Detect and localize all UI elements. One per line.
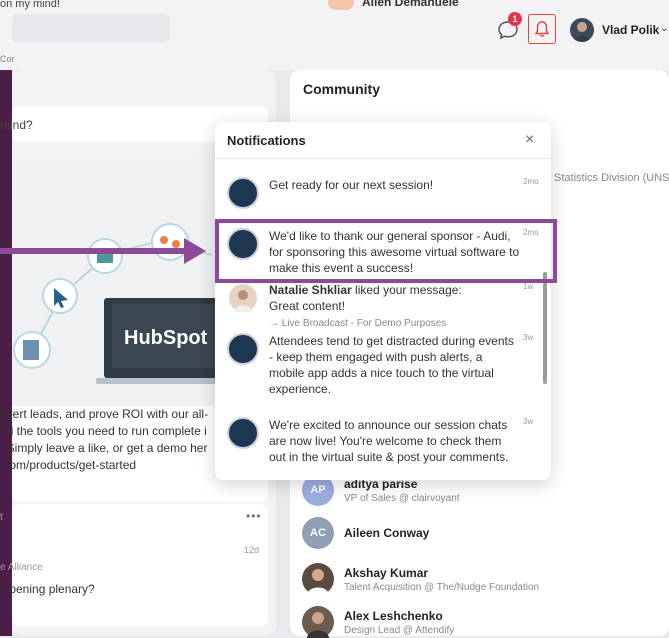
member-item[interactable]: AC Aileen Conway (302, 517, 429, 549)
member-role: Design Lead @ Attendify (344, 624, 455, 636)
event-logo-icon (227, 417, 259, 449)
scrollbar[interactable] (543, 272, 547, 384)
member-name: Alex Leshchenko (344, 608, 443, 623)
feed-post-card (12, 504, 268, 626)
highlight-box (215, 219, 557, 283)
hubspot-logo: HubSpot (124, 327, 208, 349)
notification-item[interactable]: We're excited to announce our session ch… (227, 417, 534, 467)
avatar (302, 606, 334, 638)
notification-time: 3w (523, 333, 534, 342)
notification-item[interactable]: Get ready for our next session! 2mo (227, 177, 539, 213)
search-input[interactable] (12, 14, 170, 42)
notifications-popover: Notifications × Get ready for our next s… (215, 122, 551, 480)
notification-time: 1w (523, 282, 534, 291)
member-peek: Statistics Division (UNS... (554, 172, 669, 184)
notification-action: liked your message: (351, 283, 462, 297)
notification-text: Natalie Shkliar liked your message: Grea… (269, 282, 521, 332)
avatar (227, 282, 259, 314)
event-logo-icon (227, 333, 259, 365)
notification-item[interactable]: Attendees tend to get distracted during … (227, 333, 534, 396)
arrow-head-icon (184, 238, 206, 264)
chat-badge: 1 (508, 12, 522, 26)
user-avatar[interactable] (570, 18, 594, 42)
notification-context: → Live Broadcast - For Demo Purposes (269, 318, 447, 329)
peek-user-name: Allen Demanuele (362, 0, 459, 9)
annotation-arrow (0, 248, 190, 254)
post-composer-placeholder: mind? (0, 118, 33, 132)
peek-avatar (328, 0, 354, 10)
notification-text: We're excited to announce our session ch… (269, 418, 509, 464)
peek-post-text: on my mind! (0, 0, 60, 10)
partial-label: Cor (0, 54, 15, 64)
notification-time: 2mo (523, 177, 539, 186)
avatar: AC (302, 517, 334, 549)
member-item[interactable]: Akshay Kumar Talent Acquisition @ The/Nu… (302, 563, 539, 595)
notification-text: Attendees tend to get distracted during … (269, 334, 514, 396)
peek-user: Allen Demanuele (328, 0, 459, 10)
member-item[interactable]: Alex Leshchenko Design Lead @ Attendify (302, 606, 454, 638)
close-icon[interactable]: × (525, 131, 534, 149)
notification-message: Great content! (269, 299, 346, 313)
small-card-head: t (0, 512, 3, 523)
bell-icon (534, 21, 550, 37)
post-question: Opening plenary? (0, 582, 95, 596)
notification-item[interactable]: Natalie Shkliar liked your message: Grea… (227, 282, 534, 329)
notification-time: 3w (523, 417, 534, 426)
community-title: Community (303, 81, 380, 97)
member-name: Aileen Conway (344, 526, 430, 540)
notification-author: Natalie Shkliar (269, 283, 352, 297)
notifications-button[interactable] (528, 14, 556, 44)
user-name[interactable]: Vlad Polik (602, 23, 659, 37)
event-logo-icon (227, 177, 259, 209)
member-role: VP of Sales @ clairvoyant (344, 492, 460, 504)
member-name: Akshay Kumar (344, 565, 429, 580)
notification-text: Get ready for our next session! (269, 178, 434, 192)
chevron-down-icon[interactable]: ⌄ (660, 23, 668, 34)
divider (215, 158, 551, 159)
timestamp: 12d (244, 545, 260, 555)
avatar (302, 563, 334, 595)
sidebar-strip (0, 70, 12, 636)
notifications-title: Notifications (227, 133, 306, 148)
member-role: Talent Acquisition @ The/Nudge Foundatio… (344, 581, 540, 593)
post-source: e Alliance (0, 562, 43, 573)
more-options-icon[interactable]: ••• (246, 509, 262, 523)
